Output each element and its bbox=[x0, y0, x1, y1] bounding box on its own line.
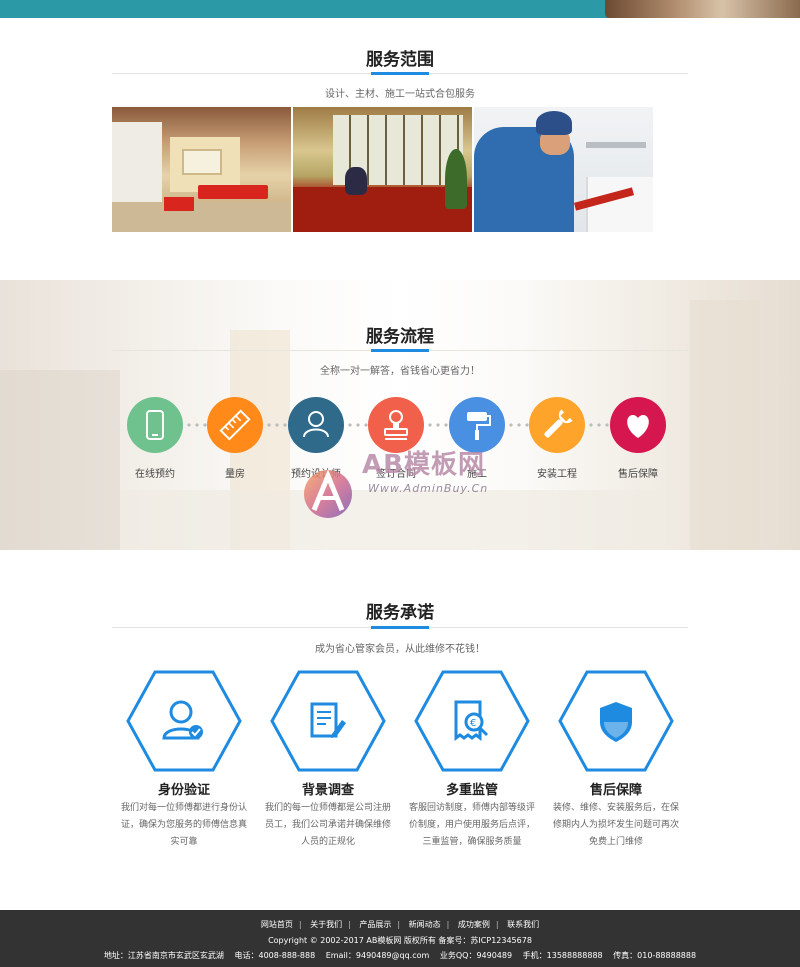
footer: 网站首页 | 关于我们 | 产品展示 | 新闻动态 | 成功案例 | 联系我们 Copyr… bbox=[0, 910, 800, 967]
promise-aftersales-hex bbox=[558, 670, 674, 772]
promise-item-title: 背景调查 bbox=[301, 783, 354, 798]
footer-phone: 电话：4008-888-888 bbox=[234, 951, 316, 960]
shield-icon bbox=[600, 702, 632, 742]
promise-item-title: 身份验证 bbox=[157, 783, 210, 798]
step-label: 安装工程 bbox=[537, 469, 577, 480]
footer-mobile: 手机：13588888888 bbox=[522, 951, 603, 960]
heart-icon bbox=[627, 415, 649, 438]
footer-nav-separator: | bbox=[348, 920, 351, 929]
scope-title-rule bbox=[112, 72, 688, 75]
promise-identity-hex bbox=[126, 670, 242, 772]
phone-icon bbox=[146, 410, 164, 440]
promise-background-hex bbox=[270, 670, 386, 772]
promise-supervision-hex: € bbox=[414, 670, 530, 772]
footer-nav-separator: | bbox=[298, 920, 302, 929]
watermark-text: AB模板网 bbox=[362, 450, 485, 480]
wrench-icon bbox=[544, 409, 573, 438]
footer-contact: 地址：江苏省南京市玄武区玄武湖 电话：4008-888-888 Email：94… bbox=[0, 950, 800, 961]
title-accent-bar bbox=[371, 626, 429, 629]
step-label: 在线预约 bbox=[135, 469, 175, 480]
step-after-sales[interactable] bbox=[610, 397, 666, 453]
promise-item-desc: 我们对每一位师傅都进行身份认证，确保为您服务的师傅信息真实可靠 bbox=[120, 803, 247, 847]
footer-link-news[interactable]: 新闻动态 bbox=[409, 920, 441, 929]
step-measure-house[interactable] bbox=[207, 397, 263, 453]
svg-text:€: € bbox=[470, 718, 476, 729]
step-installation[interactable] bbox=[529, 397, 585, 453]
scope-subtitle: 设计、主材、施工一站式合包服务 bbox=[325, 89, 475, 100]
footer-link-contact[interactable]: 联系我们 bbox=[507, 920, 539, 929]
living-room-photo bbox=[112, 107, 291, 232]
step-label: 量房 bbox=[225, 469, 245, 480]
header-banner-strip bbox=[0, 0, 800, 18]
scope-title: 服务范围 bbox=[366, 50, 434, 70]
process-title: 服务流程 bbox=[366, 327, 434, 347]
footer-link-home[interactable]: 网站首页 bbox=[261, 920, 293, 929]
footer-link-about[interactable]: 关于我们 bbox=[310, 920, 342, 929]
plumber-repair-photo bbox=[474, 107, 653, 232]
title-accent-bar bbox=[371, 72, 429, 75]
footer-address: 地址：江苏省南京市玄武区玄武湖 bbox=[103, 951, 224, 960]
promise-item-desc: 我们的每一位师傅都是公司注册员工，我们公司承诺并确保维修人员的正规化 bbox=[264, 803, 391, 847]
promise-item-desc: 装修、维修、安装服务后，在保修期内人为损坏发生问题可再次免费上门维修 bbox=[552, 803, 679, 847]
footer-link-products[interactable]: 产品展示 bbox=[359, 920, 391, 929]
ruler-icon bbox=[219, 409, 251, 441]
footer-fax: 传真：010-88888888 bbox=[613, 951, 697, 960]
footer-link-cases[interactable]: 成功案例 bbox=[458, 920, 490, 929]
promise-title: 服务承诺 bbox=[366, 603, 434, 623]
footer-nav-separator: | bbox=[446, 920, 450, 929]
process-subtitle: 全称一对一解答，省钱省心更省力！ bbox=[320, 366, 480, 377]
step-online-booking[interactable] bbox=[127, 397, 183, 453]
promise-item-title: 售后保障 bbox=[589, 783, 642, 798]
footer-nav: 网站首页 | 关于我们 | 产品展示 | 新闻动态 | 成功案例 | 联系我们 bbox=[0, 919, 800, 930]
process-title-rule bbox=[112, 349, 688, 352]
footer-nav-separator: | bbox=[397, 920, 401, 929]
watermark-url: Www.AdminBuy.Cn bbox=[368, 482, 489, 495]
banner-photo-edge bbox=[605, 0, 800, 18]
watermark-logo-icon bbox=[304, 469, 352, 518]
title-accent-bar bbox=[371, 349, 429, 352]
promise-title-rule bbox=[112, 626, 688, 629]
promise-subtitle: 成为省心管家会员，从此维修不花钱！ bbox=[315, 644, 485, 655]
receipt-search-icon: € bbox=[454, 700, 489, 741]
floor-installation-photo bbox=[293, 107, 472, 232]
promise-item-desc: 客服回访制度，师傅内部等级评价制度，用户使用服务后点评，三重监管，确保服务质量 bbox=[408, 803, 535, 847]
watermark: AB模板网 Www.AdminBuy.Cn bbox=[300, 440, 510, 525]
document-edit-icon bbox=[310, 702, 346, 738]
footer-copyright: Copyright © 2002-2017 AB模板网 版权所有 备案号：苏IC… bbox=[268, 936, 532, 945]
footer-nav-separator: | bbox=[495, 920, 499, 929]
promise-item-title: 多重监管 bbox=[445, 783, 498, 798]
identity-check-icon bbox=[162, 700, 203, 740]
step-label: 售后保障 bbox=[618, 469, 658, 480]
footer-qq: 业务QQ：9490489 bbox=[439, 951, 513, 960]
footer-email: Email：9490489@qq.com bbox=[325, 951, 430, 960]
